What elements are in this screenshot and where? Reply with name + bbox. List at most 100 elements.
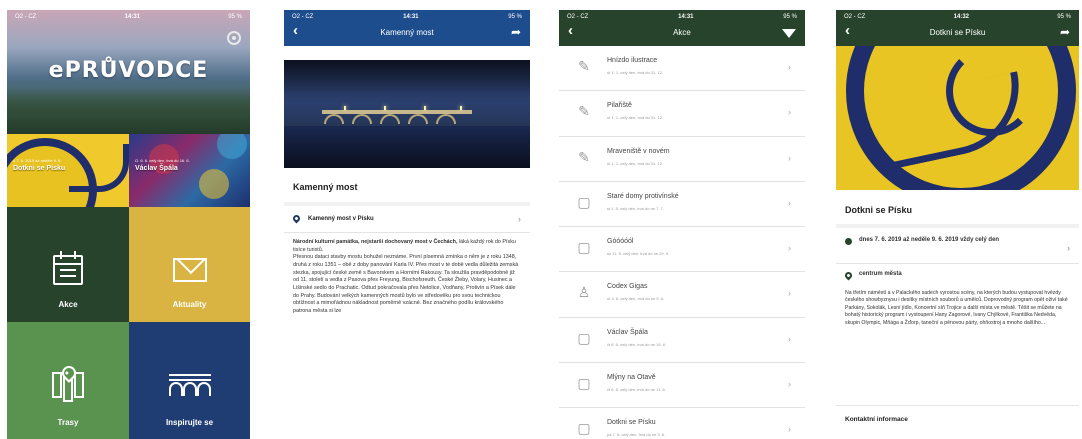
- divider: [284, 232, 530, 233]
- hero-landscape: [7, 89, 250, 134]
- event-date: út 1. 1. celý den, trvá do 31. 12.: [607, 115, 664, 121]
- page-title: Dotkni se Písku: [845, 205, 913, 215]
- featured-card-dotkni[interactable]: o 7. 6. 2019 až neděle 9. 6. Dotkni se P…: [7, 134, 129, 207]
- mail-icon: [172, 258, 207, 282]
- event-description: Na třetím náměstí a v Palackého sadech v…: [845, 290, 1068, 326]
- chevron-right-icon: ›: [788, 424, 791, 435]
- bridge-photo: [284, 60, 530, 168]
- event-date: út 1. 1. celý den, trvá do 31. 12.: [607, 160, 664, 166]
- event-date: st 1. 5. celý den, trvá do ne 7. 7.: [607, 205, 664, 211]
- nav-bar: O2 - CZ 14:31 95 % ‹ Akce: [559, 10, 805, 46]
- event-date: pá 7. 6. celý den, trvá do ne 9. 6.: [607, 432, 666, 438]
- event-list-item[interactable]: ✎ Hnízdo ilustrace út 1. 1. celý den, trvá…: [559, 46, 805, 92]
- event-list-item[interactable]: ✎ Pilařiště út 1. 1. celý den, trvá do 31.…: [559, 91, 805, 137]
- tile-label: Akce: [58, 300, 78, 309]
- event-category-icon: ▢: [577, 330, 591, 347]
- chevron-right-icon: ›: [788, 107, 791, 118]
- featured-card-date: O. 6. 6. celý den, trvá do 16. 6.: [135, 158, 190, 163]
- hand-art: [69, 144, 129, 192]
- page-title: Kamenný most: [293, 182, 358, 192]
- event-date-row[interactable]: dnes 7. 6. 2019 až neděle 9. 6. 2019 vžd…: [845, 236, 1070, 253]
- description-text: Národní kulturní památka, nejstarší doch…: [293, 239, 521, 316]
- event-name: Hnízdo ilustrace: [607, 57, 658, 64]
- nav-title: Akce: [673, 28, 691, 37]
- event-category-icon: ▢: [577, 240, 591, 257]
- event-date: čt 6. 6. celý den, trvá do ne 11. 8.: [607, 387, 666, 393]
- location-pin-icon: [291, 213, 302, 224]
- divider: [836, 405, 1079, 406]
- event-name: Václav Špála: [607, 328, 648, 336]
- painting-art: [217, 134, 247, 159]
- event-poster-art: [836, 46, 1079, 190]
- location-pin-icon: [843, 270, 854, 281]
- chevron-right-icon: ›: [788, 333, 791, 344]
- tile-trasy[interactable]: Trasy: [7, 322, 129, 439]
- painting-art: [199, 169, 229, 199]
- nav-bar: O2 - CZ 14:32 95 % ‹ Dotkni se Písku ➦: [836, 10, 1079, 46]
- featured-card-spala[interactable]: O. 6. 6. celý den, trvá do 16. 6. Václav…: [129, 134, 250, 207]
- status-carrier: O2 - CZ: [15, 14, 37, 20]
- event-name: Dotkni se Písku: [607, 419, 656, 427]
- tile-label: Inspirujte se: [165, 418, 214, 427]
- event-detail-screen: O2 - CZ 14:32 95 % ‹ Dotkni se Písku ➦ D…: [836, 10, 1079, 439]
- event-list-item[interactable]: ▢ Václav Špála čt 6. 6. celý den, trvá do …: [559, 318, 805, 364]
- chevron-right-icon: ›: [788, 152, 791, 163]
- event-list-item[interactable]: ✎ Mraveniště v novém út 1. 1. celý den, tr…: [559, 137, 805, 182]
- chevron-right-icon: ›: [788, 243, 791, 254]
- tile-aktuality[interactable]: Aktuality: [129, 207, 250, 322]
- description-body: Přesnou dataci stavby mostu bohužel nezn…: [293, 254, 519, 315]
- event-category-icon: ✎: [578, 149, 590, 166]
- chevron-right-icon: ›: [788, 379, 791, 390]
- settings-gear-icon[interactable]: [227, 31, 241, 45]
- location-label: Kamenný most v Písku: [308, 215, 374, 222]
- chevron-right-icon: ›: [1067, 243, 1070, 253]
- hero-image: O2 - CZ 14:31 95 % ePRŮVODCE: [7, 10, 250, 134]
- event-list-item[interactable]: ♙ Codex Gigas út 4. 6. celý den, trvá do n…: [559, 272, 805, 318]
- event-list-item[interactable]: ▢ Mlýny na Otavě čt 6. 6. celý den, trvá d…: [559, 363, 805, 409]
- calendar-icon: [53, 251, 83, 285]
- status-bar: O2 - CZ 14:31 95 %: [7, 10, 250, 24]
- chevron-right-icon: ›: [518, 213, 521, 224]
- event-category-icon: ▢: [577, 376, 591, 393]
- status-time: 14:31: [124, 14, 140, 20]
- event-name: Codex Gigas: [607, 283, 648, 291]
- tile-inspirujte-se[interactable]: Inspirujte se: [129, 322, 250, 439]
- clock-icon: [845, 238, 852, 245]
- event-name: Pilařiště: [607, 102, 632, 110]
- event-place: centrum města: [859, 271, 902, 277]
- event-date: so 11. 5. celý den, trvá do ne 29. 9.: [607, 251, 670, 257]
- app-logo: ePRŮVODCE: [48, 58, 209, 83]
- location-row[interactable]: Kamenný most v Písku ›: [291, 213, 521, 224]
- event-name: Góóóóól: [607, 238, 634, 246]
- status-battery: 95 %: [228, 14, 242, 20]
- events-screen: O2 - CZ 14:31 95 % ‹ Akce ✎ Hnízdo ilustr…: [559, 10, 805, 439]
- event-list-item[interactable]: ▢ Dotkni se Písku pá 7. 6. celý den, trvá …: [559, 408, 805, 439]
- chevron-right-icon: ›: [788, 197, 791, 208]
- event-category-icon: ✎: [578, 104, 590, 121]
- tile-label: Aktuality: [172, 300, 207, 309]
- event-date: dnes 7. 6. 2019 až neděle 9. 6. 2019 vžd…: [859, 237, 1000, 243]
- featured-card-title: Václav Špála: [135, 165, 178, 172]
- nav-bar: O2 - CZ 14:31 95 % ‹ Kamenný most ➦: [284, 10, 530, 46]
- contact-heading: Kontaktní informace: [845, 416, 908, 423]
- map-icon: [52, 363, 84, 402]
- divider: [284, 202, 530, 206]
- nav-title: Dotkni se Písku: [929, 28, 986, 37]
- event-category-icon: ♙: [577, 285, 591, 302]
- event-list-item[interactable]: ▢ Staré domy protivínské st 1. 5. celý den…: [559, 182, 805, 228]
- event-name: Staré domy protivínské: [607, 192, 679, 200]
- event-category-icon: ✎: [578, 59, 590, 75]
- divider: [836, 263, 1079, 264]
- tile-akce[interactable]: Akce: [7, 207, 129, 322]
- home-screen: O2 - CZ 14:31 95 % ePRŮVODCE o 7. 6. 201…: [7, 10, 250, 439]
- nav-title: Kamenný most: [380, 28, 434, 37]
- event-list-item[interactable]: ▢ Góóóóól so 11. 5. celý den, trvá do ne 2…: [559, 227, 805, 273]
- divider: [836, 224, 1079, 228]
- chevron-right-icon: ›: [788, 288, 791, 299]
- event-category-icon: ▢: [577, 421, 591, 438]
- event-name: Mraveniště v novém: [607, 147, 670, 155]
- event-category-icon: ▢: [577, 194, 591, 211]
- event-place-row[interactable]: centrum města: [843, 270, 1070, 281]
- event-date: čt 6. 6. celý den, trvá do ne 16. 6.: [607, 341, 667, 347]
- bridge-icon: [168, 372, 211, 396]
